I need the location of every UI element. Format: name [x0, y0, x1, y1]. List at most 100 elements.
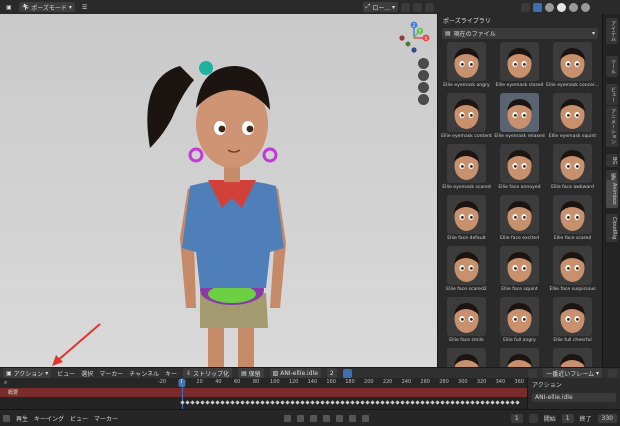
dopesheet-menu-marker[interactable]: マーカー — [99, 369, 123, 378]
keyframe[interactable] — [470, 400, 475, 405]
keyframe[interactable] — [395, 400, 400, 405]
keyframe[interactable] — [265, 400, 270, 405]
keyframe[interactable] — [490, 400, 495, 405]
xray-icon[interactable] — [533, 2, 542, 12]
asset-item[interactable]: Ellie face default — [440, 195, 493, 246]
asset-item[interactable]: Ellie full angry — [493, 297, 546, 348]
side-panel-action[interactable]: ANI-ellie.idle — [532, 393, 616, 402]
sidebar-tab[interactable]: ビュー — [606, 84, 618, 105]
asset-item[interactable]: Ellie eyemask closed — [493, 42, 546, 93]
keyframe[interactable] — [240, 400, 245, 405]
keyframe[interactable] — [340, 400, 345, 405]
view-menu[interactable]: ビュー — [70, 414, 88, 423]
sidebar-tab[interactable]: CloudRig — [606, 214, 618, 243]
mode-dropdown[interactable]: 🏃︎ ポーズモード ▾ — [18, 2, 75, 12]
keyframe[interactable] — [505, 400, 510, 405]
keyframe[interactable] — [440, 400, 445, 405]
grid-perspective-icon[interactable] — [418, 94, 429, 105]
character-model[interactable] — [120, 38, 320, 367]
keyframe[interactable] — [460, 400, 465, 405]
keyframe[interactable] — [375, 400, 380, 405]
keyframe[interactable] — [275, 400, 280, 405]
dopesheet-menu-select[interactable]: 選択 — [81, 369, 93, 378]
prev-key-icon[interactable] — [310, 414, 318, 422]
asset-item[interactable]: Ellie eyemask concer... — [546, 42, 599, 93]
play-icon[interactable] — [336, 414, 344, 422]
keyframe[interactable] — [325, 400, 330, 405]
keyframe[interactable] — [185, 400, 190, 405]
keyframe[interactable] — [235, 400, 240, 405]
keyframe[interactable] — [310, 400, 315, 405]
timeline-editor-icon[interactable] — [3, 414, 10, 422]
keyframe[interactable] — [370, 400, 375, 405]
pivot-icon[interactable] — [401, 2, 410, 12]
keyframe[interactable] — [400, 400, 405, 405]
snap-icon[interactable] — [413, 2, 422, 12]
keyframe[interactable] — [215, 400, 220, 405]
solid-shading-icon[interactable] — [557, 2, 566, 12]
proportional-edit-icon[interactable] — [425, 2, 434, 12]
keyframe[interactable] — [335, 400, 340, 405]
keyframe[interactable] — [415, 400, 420, 405]
asset-item[interactable]: Ellie full cheerful — [546, 297, 599, 348]
asset-item[interactable]: Ellie face excited — [493, 195, 546, 246]
keyframe[interactable] — [365, 400, 370, 405]
asset-item[interactable]: Ellie eyemask content — [440, 93, 493, 144]
asset-item[interactable]: Ellie eyemask angry — [440, 42, 493, 93]
keyframe[interactable] — [315, 400, 320, 405]
keyframe[interactable] — [435, 400, 440, 405]
dopesheet-mode-dropdown[interactable]: ▣ アクション ▾ — [3, 368, 52, 378]
asset-item[interactable]: Ellie eyemask squint — [546, 93, 599, 144]
asset-item[interactable]: Ellie eyemask relaxed — [493, 93, 546, 144]
asset-item[interactable]: Ellie face scared2 — [440, 246, 493, 297]
action-selector[interactable]: ▨ ANI-ellie.idle — [269, 368, 321, 378]
sidebar-tab[interactable]: アイテム — [606, 18, 618, 44]
next-key-icon[interactable] — [349, 414, 357, 422]
dopesheet-menu-channel[interactable]: チャンネル — [129, 369, 159, 378]
sidebar-tab[interactable]: BG — [606, 154, 618, 168]
sidebar-tab[interactable]: アニメーション — [606, 106, 618, 147]
start-frame-field[interactable]: 1 — [561, 413, 574, 423]
keyframe[interactable] — [320, 400, 325, 405]
keyframe[interactable] — [450, 400, 455, 405]
sidebar-tab[interactable]: ツール — [606, 56, 618, 77]
keyframe[interactable] — [345, 400, 350, 405]
zoom-icon[interactable] — [418, 58, 429, 69]
asset-item[interactable]: Ellie eyemask scared — [440, 144, 493, 195]
summary-row[interactable]: 概要 — [0, 388, 527, 397]
keyframe[interactable] — [390, 400, 395, 405]
keyframe[interactable] — [220, 400, 225, 405]
keyframe[interactable] — [495, 400, 500, 405]
frame-ruler[interactable]: ⌕ -2002040608010012014016018020022024026… — [0, 378, 527, 388]
editor-type-icon[interactable]: ▣ — [3, 2, 15, 12]
keyframe[interactable] — [205, 400, 210, 405]
proportional-icon[interactable] — [608, 368, 617, 378]
push-down-button[interactable]: ⇩ ストリップ化 — [183, 368, 233, 378]
keyframe[interactable] — [480, 400, 485, 405]
keyframe[interactable] — [270, 400, 275, 405]
keyframe[interactable] — [465, 400, 470, 405]
stash-button[interactable]: ▤ 保留 — [238, 368, 264, 378]
keyframe[interactable] — [245, 400, 250, 405]
keyframe[interactable] — [290, 400, 295, 405]
keyframe[interactable] — [330, 400, 335, 405]
keyframe[interactable] — [360, 400, 365, 405]
keyframe[interactable] — [475, 400, 480, 405]
render-shading-icon[interactable] — [581, 2, 590, 12]
wireframe-shading-icon[interactable] — [545, 2, 554, 12]
keyframe[interactable] — [420, 400, 425, 405]
dopesheet-menu-view[interactable]: ビュー — [57, 369, 75, 378]
fake-user-shield-icon[interactable] — [342, 368, 352, 378]
keyframe[interactable] — [230, 400, 235, 405]
asset-item[interactable]: Ellie face squint — [493, 246, 546, 297]
keyframe[interactable] — [255, 400, 260, 405]
asset-item[interactable]: Ellie face awkward — [546, 144, 599, 195]
keying-menu[interactable]: キーイング — [34, 414, 64, 423]
filter-icon[interactable] — [528, 368, 538, 378]
keyframe[interactable] — [385, 400, 390, 405]
current-frame-field[interactable]: 1 — [510, 413, 523, 423]
dopesheet-menu-key[interactable]: キー — [165, 369, 177, 378]
material-shading-icon[interactable] — [569, 2, 578, 12]
3d-viewport[interactable]: ▣ 🏃︎ ポーズモード ▾ ☰ ⤢ ロー... ▾ Z X Y — [0, 0, 437, 367]
jump-end-icon[interactable] — [362, 414, 370, 422]
